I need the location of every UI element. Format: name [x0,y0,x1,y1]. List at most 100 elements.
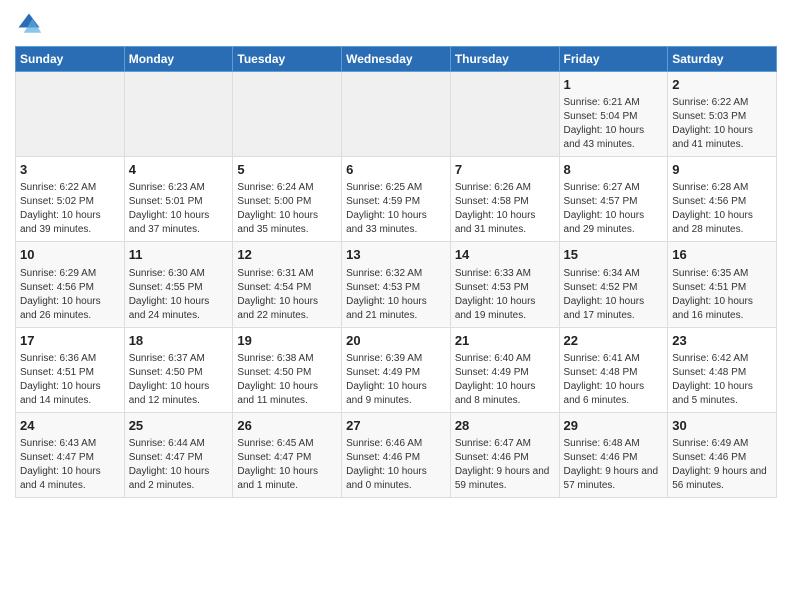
calendar-cell: 17Sunrise: 6:36 AM Sunset: 4:51 PM Dayli… [16,327,125,412]
calendar-cell: 7 Sunrise: 6:26 AM Sunset: 4:58 PM Daylig… [450,157,559,242]
calendar-cell: 9 Sunrise: 6:28 AM Sunset: 4:56 PM Daylig… [668,157,777,242]
day-info: Sunrise: 6:32 AM Sunset: 4:53 PM Dayligh… [346,267,446,323]
calendar-cell [450,72,559,157]
calendar-cell: 2 Sunrise: 6:22 AM Sunset: 5:03 PM Daylig… [668,72,777,157]
day-info: Sunrise: 6:23 AM Sunset: 5:01 PM Dayligh… [129,181,229,237]
page-header [15,10,777,38]
day-info: Sunrise: 6:40 AM Sunset: 4:49 PM Dayligh… [455,352,555,408]
day-info: Sunrise: 6:44 AM Sunset: 4:47 PM Dayligh… [129,437,229,493]
day-number: 2 [672,76,772,94]
day-number: 16 [672,246,772,264]
weekday-header-monday: Monday [124,47,233,72]
page-container: SundayMondayTuesdayWednesdayThursdayFrid… [0,0,792,508]
day-info: Sunrise: 6:29 AM Sunset: 4:56 PM Dayligh… [20,267,120,323]
day-number: 12 [237,246,337,264]
weekday-header-saturday: Saturday [668,47,777,72]
day-number: 22 [564,332,664,350]
day-info: Sunrise: 6:28 AM Sunset: 4:56 PM Dayligh… [672,181,772,237]
day-number: 9 [672,161,772,179]
day-number: 11 [129,246,229,264]
calendar-cell: 27 Sunrise: 6:46 AM Sunset: 4:46 PM Dayli… [342,412,451,497]
day-number: 1 [564,76,664,94]
day-info: Sunrise: 6:41 AM Sunset: 4:48 PM Dayligh… [564,352,664,408]
day-number: 15 [564,246,664,264]
day-number: 23 [672,332,772,350]
day-number: 21 [455,332,555,350]
day-info: Sunrise: 6:49 AM Sunset: 4:46 PM Dayligh… [672,437,772,493]
day-info: Sunrise: 6:26 AM Sunset: 4:58 PM Dayligh… [455,181,555,237]
day-info: Sunrise: 6:43 AM Sunset: 4:47 PM Dayligh… [20,437,120,493]
calendar-table: SundayMondayTuesdayWednesdayThursdayFrid… [15,46,777,498]
day-number: 24 [20,417,120,435]
day-number: 30 [672,417,772,435]
day-number: 19 [237,332,337,350]
day-number: 28 [455,417,555,435]
day-info: Sunrise: 6:35 AM Sunset: 4:51 PM Dayligh… [672,267,772,323]
day-info: Sunrise: 6:37 AM Sunset: 4:50 PM Dayligh… [129,352,229,408]
calendar-cell: 18 Sunrise: 6:37 AM Sunset: 4:50 PM Dayli… [124,327,233,412]
day-info: Sunrise: 6:34 AM Sunset: 4:52 PM Dayligh… [564,267,664,323]
calendar-cell: 23Sunrise: 6:42 AM Sunset: 4:48 PM Dayli… [668,327,777,412]
calendar-header: SundayMondayTuesdayWednesdayThursdayFrid… [16,47,777,72]
day-number: 10 [20,246,120,264]
logo [15,10,47,38]
day-info: Sunrise: 6:22 AM Sunset: 5:03 PM Dayligh… [672,96,772,152]
calendar-cell [124,72,233,157]
calendar-cell: 13 Sunrise: 6:32 AM Sunset: 4:53 PM Dayli… [342,242,451,327]
calendar-cell: 5 Sunrise: 6:24 AM Sunset: 5:00 PM Daylig… [233,157,342,242]
day-info: Sunrise: 6:24 AM Sunset: 5:00 PM Dayligh… [237,181,337,237]
calendar-cell: 26 Sunrise: 6:45 AM Sunset: 4:47 PM Dayli… [233,412,342,497]
calendar-cell: 25 Sunrise: 6:44 AM Sunset: 4:47 PM Dayli… [124,412,233,497]
calendar-cell [233,72,342,157]
calendar-week-4: 17Sunrise: 6:36 AM Sunset: 4:51 PM Dayli… [16,327,777,412]
calendar-body: 1 Sunrise: 6:21 AM Sunset: 5:04 PM Daylig… [16,72,777,498]
day-number: 7 [455,161,555,179]
calendar-week-3: 10 Sunrise: 6:29 AM Sunset: 4:56 PM Dayli… [16,242,777,327]
day-number: 5 [237,161,337,179]
calendar-week-5: 24 Sunrise: 6:43 AM Sunset: 4:47 PM Dayli… [16,412,777,497]
calendar-cell: 1 Sunrise: 6:21 AM Sunset: 5:04 PM Daylig… [559,72,668,157]
day-info: Sunrise: 6:48 AM Sunset: 4:46 PM Dayligh… [564,437,664,493]
day-info: Sunrise: 6:46 AM Sunset: 4:46 PM Dayligh… [346,437,446,493]
day-info: Sunrise: 6:39 AM Sunset: 4:49 PM Dayligh… [346,352,446,408]
day-info: Sunrise: 6:45 AM Sunset: 4:47 PM Dayligh… [237,437,337,493]
calendar-cell: 3 Sunrise: 6:22 AM Sunset: 5:02 PM Daylig… [16,157,125,242]
weekday-header-sunday: Sunday [16,47,125,72]
calendar-cell [342,72,451,157]
calendar-cell: 12 Sunrise: 6:31 AM Sunset: 4:54 PM Dayli… [233,242,342,327]
day-number: 26 [237,417,337,435]
day-info: Sunrise: 6:33 AM Sunset: 4:53 PM Dayligh… [455,267,555,323]
day-info: Sunrise: 6:25 AM Sunset: 4:59 PM Dayligh… [346,181,446,237]
calendar-cell: 21 Sunrise: 6:40 AM Sunset: 4:49 PM Dayli… [450,327,559,412]
day-info: Sunrise: 6:27 AM Sunset: 4:57 PM Dayligh… [564,181,664,237]
calendar-cell: 24 Sunrise: 6:43 AM Sunset: 4:47 PM Dayli… [16,412,125,497]
weekday-header-friday: Friday [559,47,668,72]
day-number: 4 [129,161,229,179]
calendar-cell: 4 Sunrise: 6:23 AM Sunset: 5:01 PM Daylig… [124,157,233,242]
day-info: Sunrise: 6:31 AM Sunset: 4:54 PM Dayligh… [237,267,337,323]
day-info: Sunrise: 6:21 AM Sunset: 5:04 PM Dayligh… [564,96,664,152]
calendar-cell: 10 Sunrise: 6:29 AM Sunset: 4:56 PM Dayli… [16,242,125,327]
day-number: 29 [564,417,664,435]
day-info: Sunrise: 6:22 AM Sunset: 5:02 PM Dayligh… [20,181,120,237]
day-number: 3 [20,161,120,179]
weekday-header-row: SundayMondayTuesdayWednesdayThursdayFrid… [16,47,777,72]
day-number: 13 [346,246,446,264]
day-number: 18 [129,332,229,350]
calendar-cell: 29 Sunrise: 6:48 AM Sunset: 4:46 PM Dayli… [559,412,668,497]
day-number: 17 [20,332,120,350]
weekday-header-wednesday: Wednesday [342,47,451,72]
day-info: Sunrise: 6:30 AM Sunset: 4:55 PM Dayligh… [129,267,229,323]
day-number: 27 [346,417,446,435]
day-number: 14 [455,246,555,264]
day-number: 6 [346,161,446,179]
calendar-week-2: 3 Sunrise: 6:22 AM Sunset: 5:02 PM Daylig… [16,157,777,242]
day-number: 25 [129,417,229,435]
calendar-week-1: 1 Sunrise: 6:21 AM Sunset: 5:04 PM Daylig… [16,72,777,157]
day-number: 20 [346,332,446,350]
calendar-cell: 20 Sunrise: 6:39 AM Sunset: 4:49 PM Dayli… [342,327,451,412]
logo-icon [15,10,43,38]
calendar-cell: 14 Sunrise: 6:33 AM Sunset: 4:53 PM Dayli… [450,242,559,327]
calendar-cell [16,72,125,157]
calendar-cell: 28Sunrise: 6:47 AM Sunset: 4:46 PM Dayli… [450,412,559,497]
